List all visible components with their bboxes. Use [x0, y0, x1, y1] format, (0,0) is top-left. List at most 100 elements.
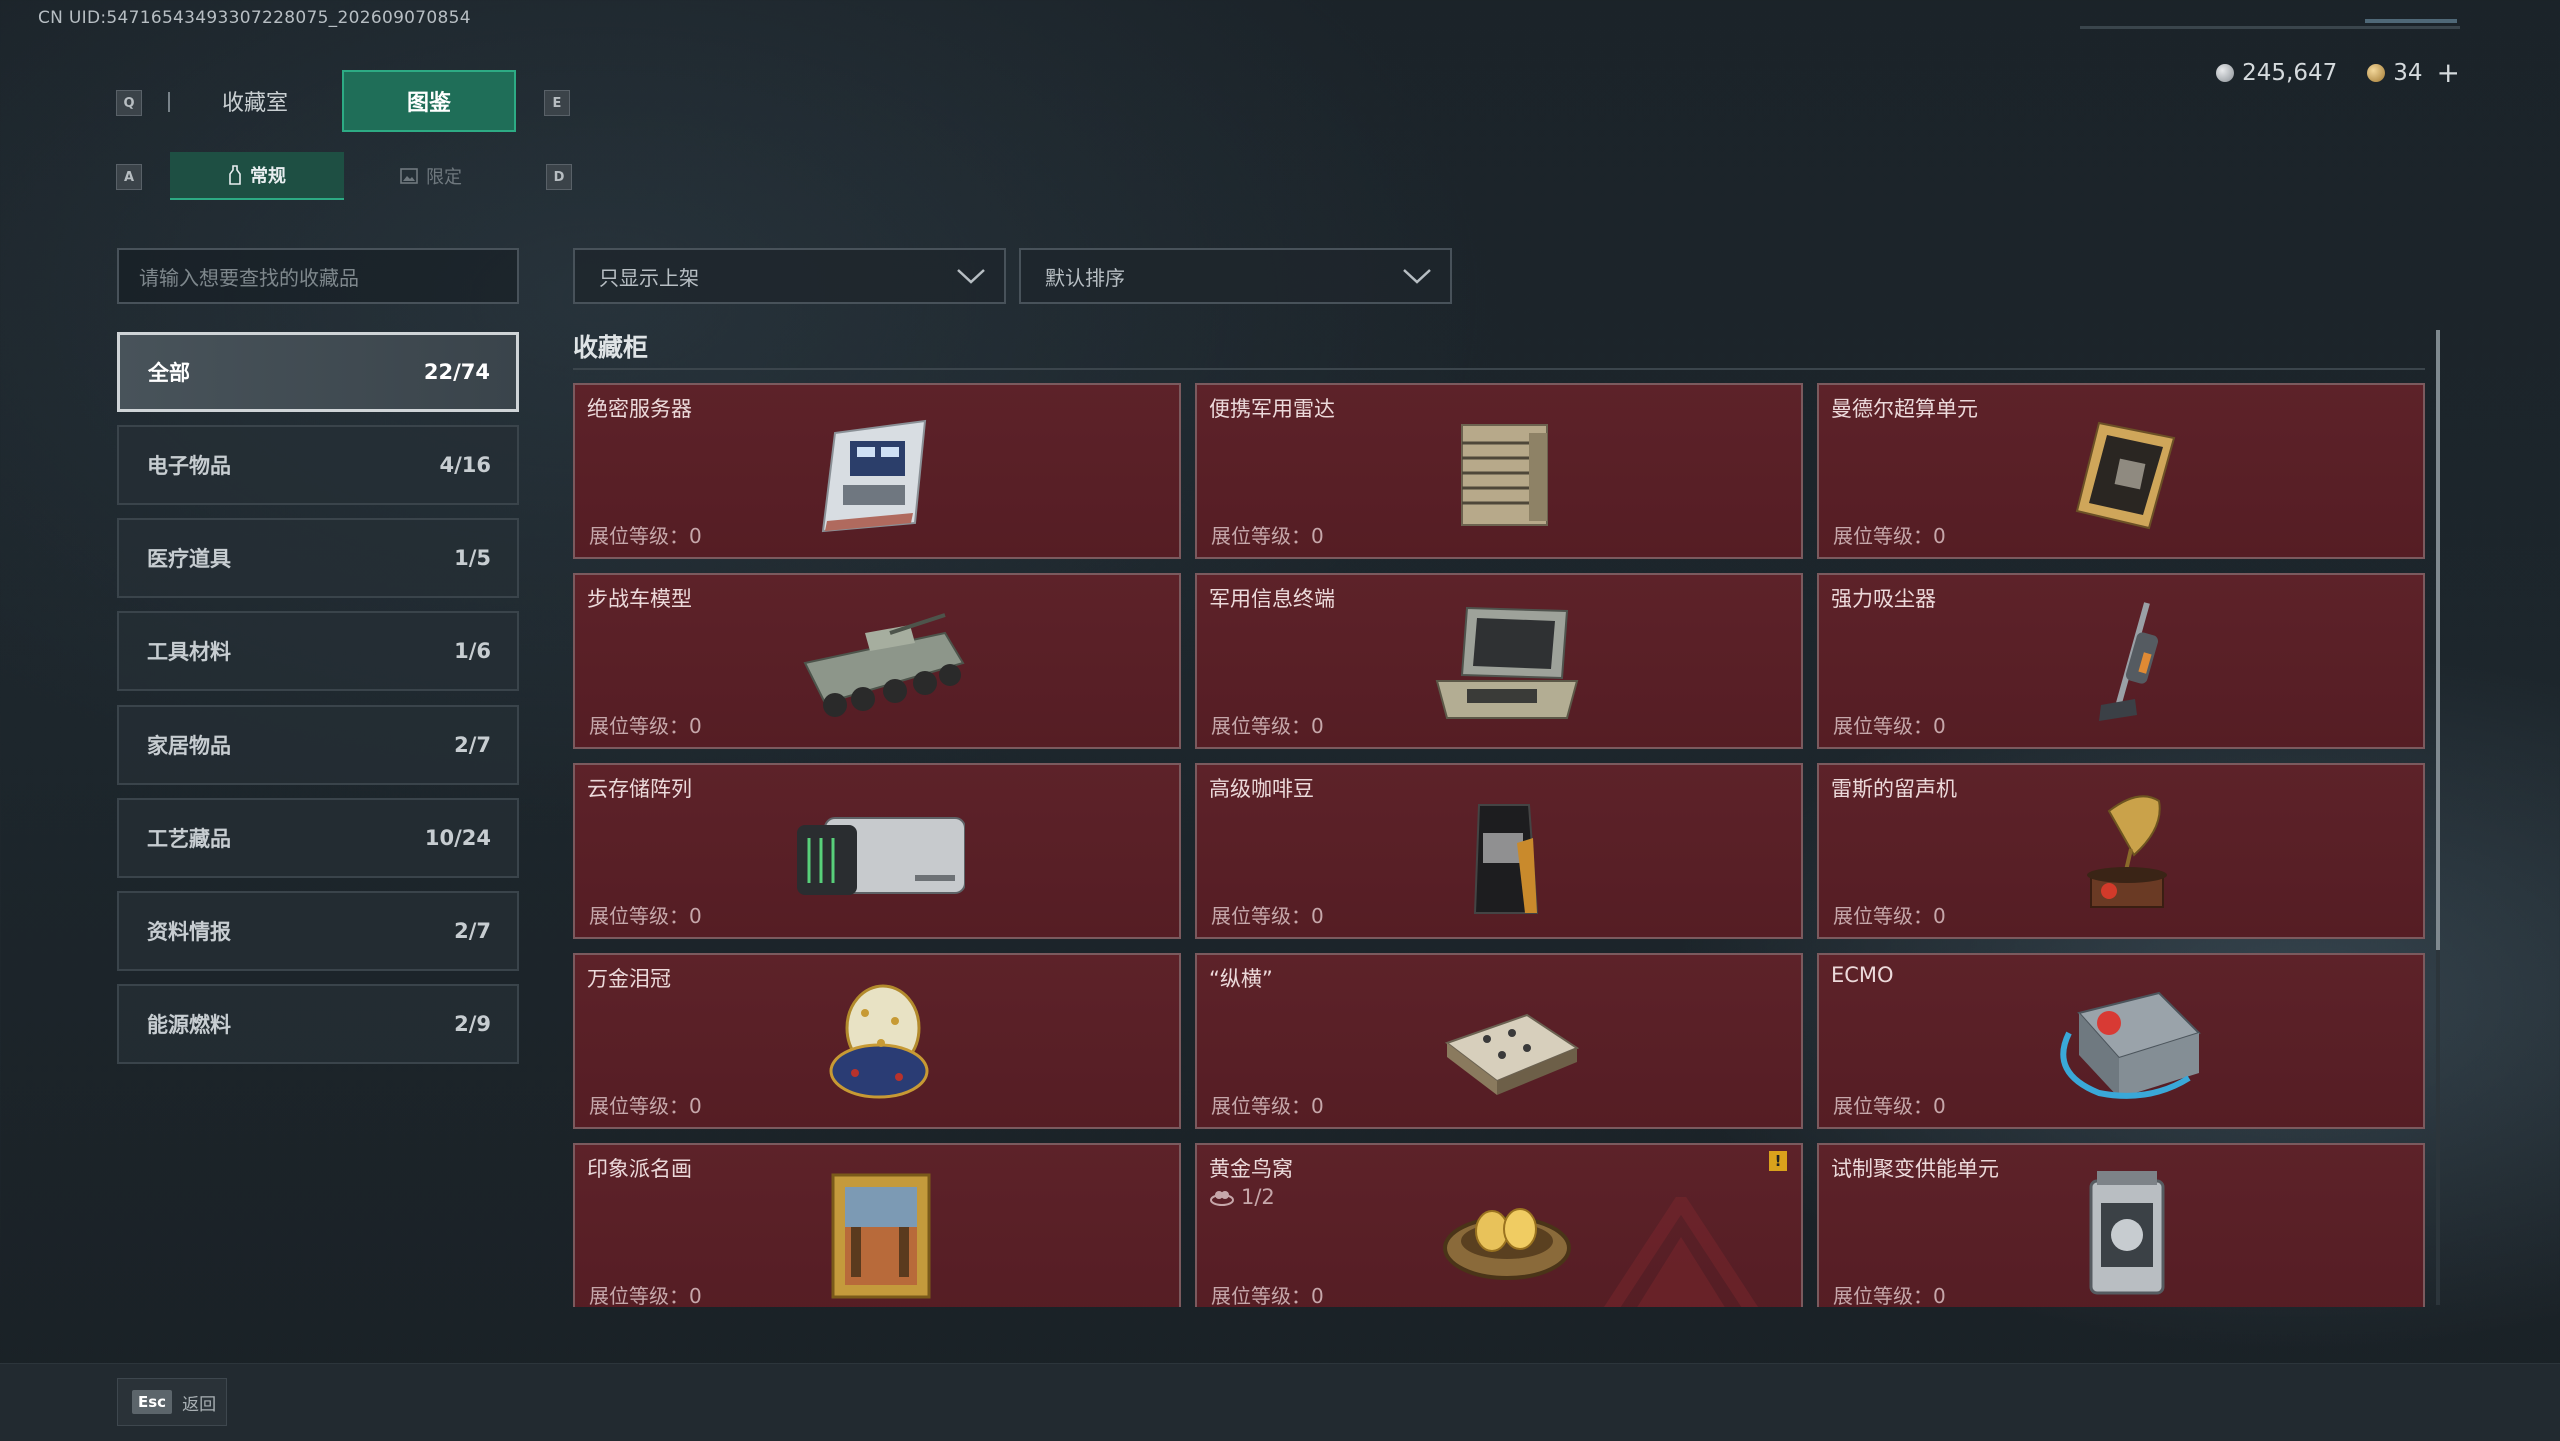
chevron-down-icon — [1403, 269, 1431, 284]
item-card[interactable]: 高级咖啡豆 展位等级：0 — [1195, 763, 1803, 939]
painting-icon — [831, 1173, 931, 1299]
item-name: 试制聚变供能单元 — [1831, 1157, 1999, 1181]
item-card[interactable]: 步战车模型 展位等级：0 — [573, 573, 1181, 749]
category-electronics[interactable]: 电子物品 4/16 — [117, 425, 519, 505]
item-card[interactable]: 强力吸尘器 展位等级：0 — [1817, 573, 2425, 749]
category-label: 能源燃料 — [147, 1013, 231, 1037]
server-icon — [821, 419, 927, 533]
item-level: 展位等级：0 — [1833, 714, 1946, 738]
item-name: “纵横” — [1209, 967, 1273, 991]
bottom-bar — [0, 1363, 2560, 1441]
item-name: 雷斯的留声机 — [1831, 777, 1957, 801]
chevron-down-icon — [957, 269, 985, 284]
category-label: 资料情报 — [147, 920, 231, 944]
subtab-limited[interactable]: 限定 — [344, 152, 518, 200]
currency-bar: 245,647 34 + — [2216, 56, 2460, 89]
category-label: 医疗道具 — [147, 547, 231, 571]
watermark-logo-icon — [1603, 1197, 1759, 1307]
category-count: 10/24 — [424, 826, 491, 850]
item-name: 步战车模型 — [587, 587, 692, 611]
category-intel[interactable]: 资料情报 2/7 — [117, 891, 519, 971]
bottle-icon — [229, 165, 241, 185]
radar-icon — [1461, 424, 1548, 526]
category-household[interactable]: 家居物品 2/7 — [117, 705, 519, 785]
item-card[interactable]: “纵横” 展位等级：0 — [1195, 953, 1803, 1129]
category-energy[interactable]: 能源燃料 2/9 — [117, 984, 519, 1064]
item-card[interactable]: 印象派名画 展位等级：0 — [573, 1143, 1181, 1307]
section-divider — [573, 368, 2425, 370]
uid-text: CN UID:5471654349330722807​5_20260907085… — [38, 8, 471, 28]
item-level: 展位等级：0 — [1833, 524, 1946, 548]
vacuum-icon — [2099, 602, 2159, 721]
terminal-icon — [1435, 606, 1579, 719]
item-card[interactable]: 万金泪冠 展位等级：0 — [573, 953, 1181, 1129]
item-name: 强力吸尘器 — [1831, 587, 1936, 611]
item-level: 展位等级：0 — [589, 904, 702, 928]
item-name: 万金泪冠 — [587, 967, 671, 991]
back-button[interactable]: Esc 返回 — [117, 1378, 227, 1426]
search-input[interactable]: 请输入想要查找的收藏品 — [117, 248, 519, 304]
item-card[interactable]: 便携军用雷达 展位等级：0 — [1195, 383, 1803, 559]
item-name: 印象派名画 — [587, 1157, 692, 1181]
item-name: 黄金鸟窝 — [1209, 1157, 1293, 1181]
gold-currency: 34 + — [2367, 56, 2460, 89]
top-decor-line — [2080, 26, 2460, 29]
gold-amount: 34 — [2393, 59, 2423, 86]
item-level: 展位等级：0 — [1211, 714, 1324, 738]
category-label: 工艺藏品 — [147, 827, 231, 851]
show-filter-label: 只显示上架 — [599, 265, 699, 290]
item-card[interactable]: 试制聚变供能单元 展位等级：0 — [1817, 1143, 2425, 1307]
item-level: 展位等级：0 — [1833, 1284, 1946, 1307]
top-decor-accent — [2365, 19, 2457, 23]
category-count: 1/6 — [454, 639, 491, 663]
item-card[interactable]: ECMO 展位等级：0 — [1817, 953, 2425, 1129]
sort-dropdown[interactable]: 默认排序 — [1019, 248, 1452, 304]
item-card[interactable]: 黄金鸟窝 1/2 ! 展位等级：0 — [1195, 1143, 1803, 1307]
key-hint-prev-subtab: A — [116, 164, 142, 190]
tab-catalog[interactable]: 图鉴 — [342, 70, 516, 132]
category-label: 全部 — [148, 361, 190, 385]
item-name: 曼德尔超算单元 — [1831, 397, 1978, 421]
key-hint-next-subtab: D — [546, 164, 572, 190]
add-currency-icon[interactable]: + — [2437, 56, 2460, 89]
subtab-limited-label: 限定 — [426, 167, 462, 188]
storage-array-icon — [797, 817, 965, 895]
golden-nest-icon — [1443, 1208, 1571, 1280]
item-card[interactable]: 云存储阵列 展位等级：0 — [573, 763, 1181, 939]
image-icon — [400, 168, 418, 184]
scrollbar-thumb[interactable] — [2436, 330, 2440, 950]
item-count-value: 1/2 — [1241, 1185, 1275, 1209]
item-level: 展位等级：0 — [1833, 1094, 1946, 1118]
item-level: 展位等级：0 — [1211, 1094, 1324, 1118]
tab-collection-room[interactable]: 收藏室 — [168, 70, 342, 132]
item-card[interactable]: 雷斯的留声机 展位等级：0 — [1817, 763, 2425, 939]
item-card[interactable]: 曼德尔超算单元 展位等级：0 — [1817, 383, 2425, 559]
item-card[interactable]: 绝密服务器 展位等级：0 — [573, 383, 1181, 559]
category-count: 4/16 — [439, 453, 491, 477]
category-count: 22/74 — [423, 360, 490, 384]
silver-amount: 245,647 — [2242, 59, 2338, 86]
item-level: 展位等级：0 — [1211, 524, 1324, 548]
show-filter-dropdown[interactable]: 只显示上架 — [573, 248, 1006, 304]
category-label: 电子物品 — [147, 454, 231, 478]
back-label: 返回 — [182, 1394, 217, 1415]
item-count: 1/2 — [1209, 1185, 1275, 1209]
item-card[interactable]: 军用信息终端 展位等级：0 — [1195, 573, 1803, 749]
ifv-model-icon — [803, 613, 965, 717]
silver-coin-icon — [2216, 63, 2235, 82]
item-level: 展位等级：0 — [1211, 904, 1324, 928]
fusion-unit-icon — [2089, 1171, 2165, 1295]
main-tabs: 收藏室 图鉴 — [168, 70, 516, 132]
category-crafts[interactable]: 工艺藏品 10/24 — [117, 798, 519, 878]
warning-badge-icon: ! — [1769, 1151, 1787, 1171]
category-label: 工具材料 — [147, 640, 231, 664]
subtab-regular[interactable]: 常规 — [170, 152, 344, 200]
category-label: 家居物品 — [147, 734, 231, 758]
category-all[interactable]: 全部 22/74 — [117, 332, 519, 412]
category-medical[interactable]: 医疗道具 1/5 — [117, 518, 519, 598]
subtab-regular-label: 常规 — [250, 166, 286, 187]
key-hint-prev-tab: Q — [116, 90, 142, 116]
item-name: ECMO — [1831, 963, 1894, 987]
category-tools[interactable]: 工具材料 1/6 — [117, 611, 519, 691]
category-count: 2/9 — [454, 1012, 491, 1036]
